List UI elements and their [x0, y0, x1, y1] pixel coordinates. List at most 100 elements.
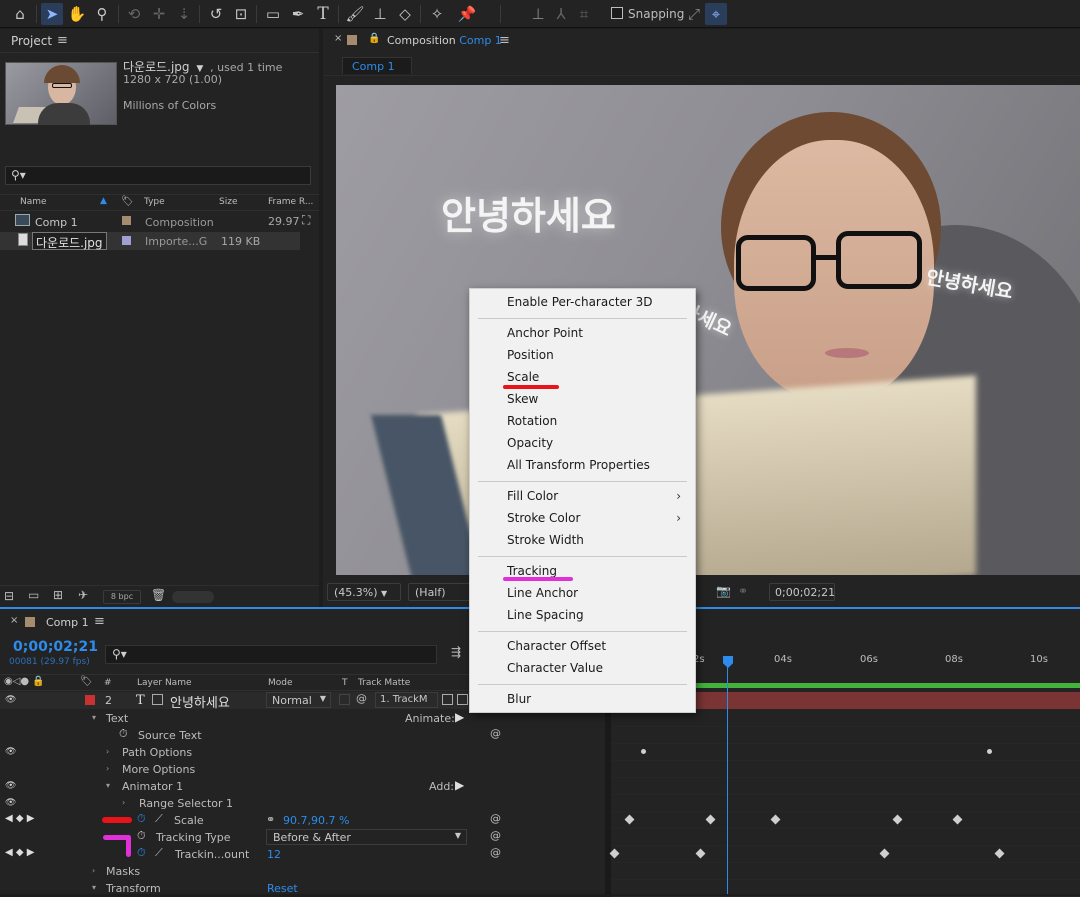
timeline-search-input[interactable]: ⚲▾: [105, 645, 437, 664]
prop-masks-row[interactable]: › Masks: [0, 863, 605, 880]
snap-target-icon[interactable]: ⌖: [705, 3, 727, 25]
interpret-footage-icon[interactable]: ⊟: [4, 589, 14, 603]
selection-arrow-icon[interactable]: ➤: [41, 3, 63, 25]
menu-blur[interactable]: Blur: [507, 692, 531, 706]
expression-spiral-icon[interactable]: @: [490, 846, 501, 859]
track-matte-dropdown[interactable]: 1. TrackM: [375, 692, 438, 708]
type-tool-icon[interactable]: T: [312, 3, 334, 25]
pen-tool-icon[interactable]: ✒: [287, 3, 309, 25]
menu-skew[interactable]: Skew: [507, 392, 538, 406]
prop-animator-row[interactable]: 👁 ▾ Animator 1 Add: ▶: [0, 778, 605, 795]
scale-value[interactable]: 90.7,90.7 %: [283, 814, 349, 827]
col-name[interactable]: Name: [20, 197, 47, 207]
spiral-pickwhip-icon[interactable]: @: [356, 692, 367, 705]
collapse-switch-icon[interactable]: [152, 694, 163, 705]
view-axis-icon[interactable]: ⌗: [573, 3, 595, 25]
layer-name[interactable]: 안녕하세요: [170, 692, 230, 711]
keyframe-dot[interactable]: [987, 749, 992, 754]
col-track-matte[interactable]: Track Matte: [358, 678, 410, 688]
world-axis-icon[interactable]: ⅄: [550, 3, 572, 25]
hand-icon[interactable]: ✋: [66, 3, 88, 25]
prop-source-text-row[interactable]: ⏱ Source Text @: [0, 727, 605, 744]
label-color-tan[interactable]: [25, 617, 35, 627]
comp-tab[interactable]: Comp 1: [342, 57, 412, 74]
constrain-link-icon[interactable]: ⚭: [266, 813, 275, 826]
lock-icon[interactable]: 🔒: [368, 33, 380, 44]
label-color-red[interactable]: [85, 695, 95, 705]
twirl-open-icon[interactable]: ▾: [92, 883, 96, 892]
rectangle-tool-icon[interactable]: ▭: [262, 3, 284, 25]
show-snapshot-icon[interactable]: ⚭: [738, 584, 748, 598]
panel-menu-icon[interactable]: ≡: [57, 33, 68, 48]
home-icon[interactable]: ⌂: [9, 3, 31, 25]
twirl-closed-icon[interactable]: ›: [106, 747, 109, 756]
matte-invert-icon[interactable]: [457, 694, 468, 705]
snapshot-camera-icon[interactable]: 📷: [716, 584, 731, 598]
label-color-tan[interactable]: [347, 35, 357, 45]
pan-behind-icon[interactable]: ⊡: [230, 3, 252, 25]
eye-icon[interactable]: 👁: [5, 781, 16, 791]
rotate-camera-icon[interactable]: ⟲: [123, 3, 145, 25]
panel-menu-icon[interactable]: ≡: [499, 33, 510, 48]
tracking-type-dropdown[interactable]: Before & After ▼: [266, 829, 467, 845]
comp-text-main[interactable]: 안녕하세요: [441, 185, 616, 240]
menu-stroke-width[interactable]: Stroke Width: [507, 533, 584, 547]
close-icon[interactable]: ×: [334, 33, 342, 44]
menu-tracking[interactable]: Tracking: [507, 564, 557, 578]
local-axis-icon[interactable]: ⊥: [527, 3, 549, 25]
prop-scale-row[interactable]: ◀ ◆ ▶ ⏱ ⟋ Scale ⚭ 90.7,90.7 % @: [0, 812, 605, 829]
menu-anchor-point[interactable]: Anchor Point: [507, 326, 583, 340]
keyframe-nav-icon[interactable]: ◀ ◆ ▶: [5, 813, 34, 824]
col-frame-rate[interactable]: Frame R...: [268, 197, 313, 207]
reset-link[interactable]: Reset: [267, 882, 298, 895]
prop-tracking-type-row[interactable]: ⏱ Tracking Type Before & After ▼ @: [0, 829, 605, 857]
label-color-tan[interactable]: [122, 216, 131, 225]
expression-spiral-icon[interactable]: @: [490, 829, 501, 842]
zoom-dropdown[interactable]: (45.3%) ▼: [327, 583, 401, 601]
mode-dropdown[interactable]: Normal ▼: [266, 692, 331, 708]
comp-flowchart-icon[interactable]: ⇶: [451, 645, 461, 659]
twirl-closed-icon[interactable]: ›: [106, 764, 109, 773]
zoom-icon[interactable]: ⚲: [91, 3, 113, 25]
preserve-transparency-checkbox[interactable]: [339, 694, 350, 705]
twirl-closed-icon[interactable]: ›: [92, 866, 95, 875]
bpc-button[interactable]: 8 bpc: [103, 590, 141, 604]
panel-menu-icon[interactable]: ≡: [94, 614, 105, 629]
eye-icon[interactable]: 👁: [5, 695, 16, 705]
new-composition-icon[interactable]: ⊞: [53, 588, 63, 602]
keyframe-dot[interactable]: [641, 749, 646, 754]
twirl-open-icon[interactable]: ▾: [106, 781, 110, 790]
graph-icon[interactable]: ⟋: [155, 846, 163, 860]
menu-scale[interactable]: Scale: [507, 370, 539, 384]
eye-icon[interactable]: 👁: [5, 798, 16, 808]
graph-icon[interactable]: ⟋: [155, 812, 163, 826]
stopwatch-icon[interactable]: ⏱: [137, 846, 146, 860]
col-layer-name[interactable]: Layer Name: [137, 678, 192, 688]
clone-stamp-icon[interactable]: ⊥: [369, 3, 391, 25]
thumbnail-slider[interactable]: [172, 591, 214, 603]
expression-spiral-icon[interactable]: @: [490, 727, 501, 740]
puppet-pin-icon[interactable]: 📌: [456, 3, 478, 25]
menu-character-value[interactable]: Character Value: [507, 661, 603, 675]
stopwatch-icon[interactable]: ⏱: [137, 829, 146, 843]
snapping-checkbox[interactable]: [611, 7, 623, 19]
prop-transform-row[interactable]: ▾ Transform Reset: [0, 880, 605, 897]
project-item-image[interactable]: 다운로드.jpg Importe...G 119 KB: [0, 232, 300, 250]
current-timecode[interactable]: 0;00;02;21: [13, 639, 98, 655]
animate-menu-icon[interactable]: ▶: [455, 710, 464, 724]
brush-icon[interactable]: 🖌: [344, 3, 366, 25]
menu-enable-per-character-3d[interactable]: Enable Per-character 3D: [507, 295, 653, 309]
item-name-rename[interactable]: 다운로드.jpg: [32, 232, 107, 250]
menu-fill-color[interactable]: Fill Color: [507, 489, 558, 503]
close-icon[interactable]: ×: [10, 615, 18, 626]
label-tag-icon[interactable]: 🏷: [121, 196, 134, 207]
playhead-line[interactable]: [727, 667, 728, 894]
eye-icon[interactable]: 👁: [5, 747, 16, 757]
keyframe-nav-icon[interactable]: ◀ ◆ ▶: [5, 847, 34, 858]
project-title[interactable]: Project: [11, 34, 52, 48]
label-color-lavender[interactable]: [122, 236, 131, 245]
prop-more-options-row[interactable]: › More Options: [0, 761, 605, 778]
render-queue-icon[interactable]: ✈: [78, 588, 88, 602]
rotation-tool-icon[interactable]: ↺: [205, 3, 227, 25]
roto-brush-icon[interactable]: ✧: [426, 3, 448, 25]
